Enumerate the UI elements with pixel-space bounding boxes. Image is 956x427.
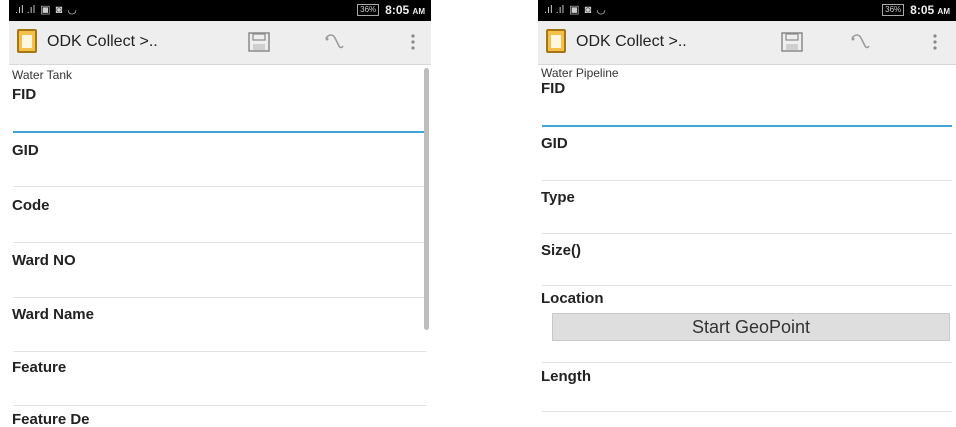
signal-icon: .ıl .ıl (15, 3, 36, 16)
overflow-menu-icon[interactable] (923, 31, 947, 53)
field-label-fid: FID (541, 80, 566, 97)
field-input-ward-name[interactable] (13, 351, 427, 352)
image-icon: ▣ (40, 4, 51, 16)
image-icon: ▣ (569, 4, 580, 16)
action-bar: ODK Collect >.. (9, 21, 431, 65)
field-input-gid[interactable] (542, 180, 952, 181)
clock: 8:05 AM (910, 3, 950, 17)
field-label-feature: Feature (12, 359, 67, 376)
battery-icon: 36% (357, 4, 380, 16)
status-icons: .ıl .ıl ▣ ◙ ◡ (544, 3, 606, 17)
field-input-gid[interactable] (13, 186, 427, 187)
jump-icon[interactable] (848, 31, 872, 53)
wifi-icon: ◡ (67, 4, 77, 16)
field-label-feature-de: Feature De (12, 411, 90, 427)
status-bar: .ıl .ıl ▣ ◙ ◡ 36% 8:05 AM (538, 0, 956, 21)
field-label-gid: GID (541, 135, 568, 152)
signal-icon: .ıl .ıl (544, 3, 565, 16)
field-input-length[interactable] (542, 411, 952, 412)
jump-icon[interactable] (322, 31, 346, 53)
field-label-fid: FID (12, 86, 37, 103)
field-label-location: Location (541, 290, 604, 307)
scrollbar[interactable] (424, 68, 429, 330)
overflow-menu-icon[interactable] (401, 31, 425, 53)
field-input-code[interactable] (13, 242, 427, 243)
field-label-size: Size() (541, 242, 582, 259)
battery-icon: 36% (882, 4, 905, 16)
field-input-fid[interactable] (13, 131, 427, 133)
field-input-fid[interactable] (542, 125, 952, 127)
field-divider-location (542, 362, 952, 363)
phone-right: .ıl .ıl ▣ ◙ ◡ 36% 8:05 AM ODK Collect >.… (538, 0, 956, 427)
clock: 8:05 AM (385, 3, 425, 17)
action-bar: ODK Collect >.. (538, 21, 956, 65)
form-name: Water Pipeline (541, 66, 619, 80)
status-bar: .ıl .ıl ▣ ◙ ◡ 36% 8:05 AM (9, 0, 431, 21)
save-icon[interactable] (780, 31, 804, 53)
field-input-feature[interactable] (13, 405, 427, 406)
field-input-ward-no[interactable] (13, 297, 427, 298)
field-input-type[interactable] (542, 233, 952, 234)
wifi-icon: ◡ (596, 4, 606, 16)
camera-icon: ◙ (584, 3, 592, 16)
field-label-code: Code (12, 197, 50, 214)
status-icons: .ıl .ıl ▣ ◙ ◡ (15, 3, 77, 17)
field-label-ward-no: Ward NO (12, 252, 76, 269)
clock-ampm: AM (412, 7, 425, 16)
phone-left: .ıl .ıl ▣ ◙ ◡ 36% 8:05 AM ODK Collect >.… (9, 0, 431, 427)
clipboard-icon (546, 29, 566, 53)
camera-icon: ◙ (55, 3, 63, 16)
clipboard-icon (17, 29, 37, 53)
form-name: Water Tank (12, 68, 73, 82)
field-input-size[interactable] (542, 285, 952, 286)
clock-time: 8:05 (910, 3, 935, 17)
field-label-ward-name: Ward Name (12, 306, 94, 323)
app-title[interactable]: ODK Collect >.. (47, 33, 158, 51)
app-title[interactable]: ODK Collect >.. (576, 33, 687, 51)
field-label-length: Length (541, 368, 591, 385)
field-label-type: Type (541, 189, 575, 206)
save-icon[interactable] (247, 31, 271, 53)
clock-ampm: AM (937, 7, 950, 16)
clock-time: 8:05 (385, 3, 410, 17)
field-label-gid: GID (12, 142, 39, 159)
start-geopoint-button[interactable]: Start GeoPoint (552, 313, 950, 341)
